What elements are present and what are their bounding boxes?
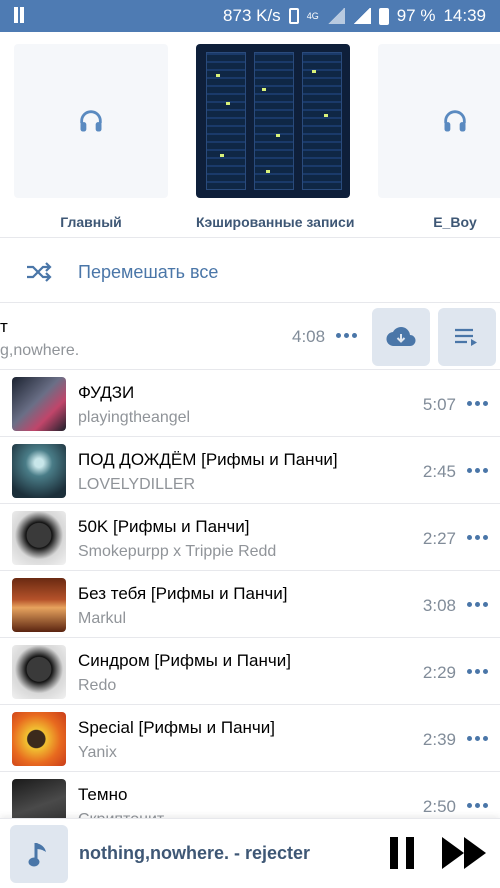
playlist-title: Главный: [60, 214, 122, 230]
more-options-icon[interactable]: [467, 395, 488, 411]
more-options-icon[interactable]: [467, 730, 488, 746]
track-duration: 2:45: [422, 462, 456, 481]
pause-button[interactable]: [390, 837, 414, 869]
headphones-icon: [14, 44, 168, 198]
network-speed: 873 K/s: [223, 6, 281, 25]
shuffle-icon: [27, 262, 52, 282]
track-title: Синдром [Рифмы и Панчи]: [78, 651, 291, 670]
track-cover: [12, 645, 66, 699]
more-options-icon[interactable]: [336, 327, 357, 343]
signal-icon: [326, 8, 345, 24]
more-options-icon[interactable]: [467, 462, 488, 478]
vibrate-icon: [288, 8, 299, 24]
download-button[interactable]: [372, 308, 430, 366]
network-type: 4G: [306, 11, 319, 21]
playlist-eboy[interactable]: E_Boy: [378, 44, 500, 230]
playlists-carousel[interactable]: Главный Кэшированные записи E_Boy: [0, 32, 500, 237]
more-options-icon[interactable]: [467, 596, 488, 612]
track-row[interactable]: 50K [Рифмы и Панчи] Smokepurpp x Trippie…: [0, 504, 500, 570]
track-duration: 2:39: [422, 730, 456, 749]
track-cover: [12, 712, 66, 766]
track-artist: Smokepurpp x Trippie Redd: [78, 543, 277, 560]
track-row[interactable]: ФУДЗИ playingtheangel 5:07: [0, 370, 500, 436]
add-to-queue-icon: [455, 328, 477, 346]
shuffle-all-label: Перемешать все: [78, 261, 219, 282]
mini-player[interactable]: nothing,nowhere. - rejecter: [0, 818, 500, 888]
cloud-download-icon: [386, 327, 416, 347]
headphones-icon: [378, 44, 500, 198]
track-title: ПОД ДОЖДЁМ [Рифмы и Панчи]: [78, 450, 338, 469]
playlist-title: E_Boy: [433, 214, 477, 230]
track-artist: playingtheangel: [78, 409, 191, 426]
track-artist: Markul: [78, 610, 127, 627]
playlist-cached[interactable]: Кэшированные записи: [196, 44, 355, 230]
track-title: ФУДЗИ: [78, 383, 135, 402]
status-bar: 873 K/s 4G 97 % 14:39: [0, 0, 500, 32]
track-cover: [12, 511, 66, 565]
add-to-queue-button[interactable]: [438, 308, 496, 366]
track-artist: Yanix: [78, 744, 117, 761]
track-artist: g,nowhere.: [0, 342, 80, 359]
track-duration: 3:08: [422, 596, 456, 615]
track-cover: [12, 578, 66, 632]
battery-level: 97 %: [396, 6, 436, 25]
track-duration: 4:08: [292, 327, 326, 346]
track-row[interactable]: Special [Рифмы и Панчи] Yanix 2:39: [0, 705, 500, 771]
track-row[interactable]: ПОД ДОЖДЁМ [Рифмы и Панчи] LOVELYDILLER …: [0, 437, 500, 503]
signal-icon-2: [352, 8, 371, 24]
media-pause-icon: [14, 7, 24, 28]
track-duration: 2:50: [422, 797, 456, 816]
track-title: Темно: [78, 785, 128, 804]
battery-icon: [378, 7, 389, 25]
track-row[interactable]: Без тебя [Рифмы и Панчи] Markul 3:08: [0, 571, 500, 637]
more-options-icon[interactable]: [467, 797, 488, 813]
track-duration: 2:27: [422, 529, 456, 548]
track-cover: [12, 444, 66, 498]
playlist-title: Кэшированные записи: [196, 214, 355, 230]
track-title: Special [Рифмы и Панчи]: [78, 718, 276, 737]
more-options-icon[interactable]: [467, 529, 488, 545]
track-artist: Redo: [78, 677, 117, 694]
more-options-icon[interactable]: [467, 663, 488, 679]
track-row[interactable]: Синдром [Рифмы и Панчи] Redo 2:29: [0, 638, 500, 704]
track-artist: LOVELYDILLER: [78, 476, 196, 493]
track-title: т: [0, 317, 8, 336]
now-playing-title[interactable]: nothing,nowhere. - rejecter: [79, 843, 310, 864]
playlist-main[interactable]: Главный: [14, 44, 168, 230]
music-note-icon: [10, 825, 68, 883]
clock: 14:39: [443, 6, 486, 25]
swiped-track-row[interactable]: т g,nowhere. 4:08: [0, 303, 500, 369]
track-duration: 5:07: [422, 395, 456, 414]
divider: [0, 237, 500, 238]
track-duration: 2:29: [422, 663, 456, 682]
shuffle-all-button[interactable]: Перемешать все: [0, 248, 500, 296]
track-title: 50K [Рифмы и Панчи]: [78, 517, 250, 536]
next-track-button[interactable]: [442, 837, 486, 869]
playlist-cover-image: [196, 44, 350, 198]
track-cover: [12, 377, 66, 431]
track-title: Без тебя [Рифмы и Панчи]: [78, 584, 288, 603]
